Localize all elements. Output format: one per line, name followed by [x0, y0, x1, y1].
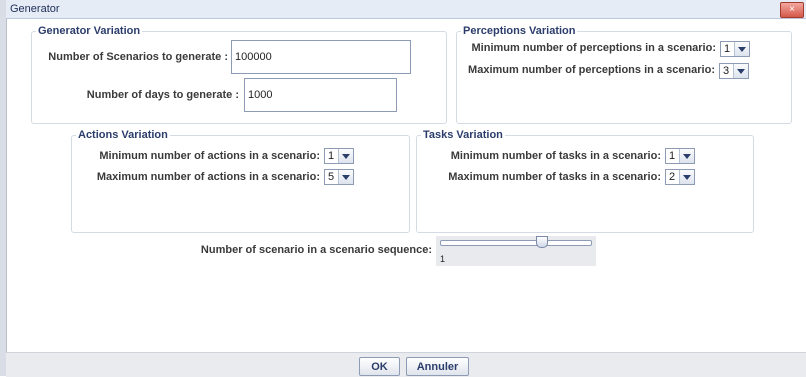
ok-button[interactable]: OK [359, 357, 400, 376]
max-perceptions-label: Maximum number of perceptions in a scena… [468, 64, 715, 76]
days-count-field[interactable] [244, 78, 397, 112]
min-tasks-select[interactable]: 1 [665, 148, 695, 164]
slider-thumb[interactable] [535, 236, 548, 248]
scenarios-count-field[interactable] [231, 40, 411, 74]
scenario-sequence-label: Number of scenario in a scenario sequenc… [200, 244, 432, 256]
chevron-down-icon [338, 170, 353, 184]
max-actions-select[interactable]: 5 [324, 169, 354, 185]
window-left-edge [0, 0, 7, 376]
min-actions-select[interactable]: 1 [324, 148, 354, 164]
chevron-down-icon [679, 149, 694, 163]
min-tasks-value: 1 [669, 150, 676, 162]
slider-track[interactable] [440, 240, 592, 246]
max-actions-value: 5 [328, 171, 335, 183]
days-count-label: Number of days to generate : [86, 89, 239, 101]
max-actions-label: Maximum number of actions in a scenario: [96, 171, 320, 183]
chevron-down-icon [338, 149, 353, 163]
generator-variation-legend: Generator Variation [36, 24, 143, 38]
perceptions-variation-legend: Perceptions Variation [461, 24, 578, 38]
scenario-sequence-slider[interactable]: 1 [436, 236, 596, 266]
close-icon: × [789, 4, 795, 15]
close-button[interactable]: × [780, 2, 804, 18]
slider-value: 1 [440, 254, 446, 264]
min-actions-label: Minimum number of actions in a scenario: [99, 150, 320, 162]
generator-dialog: Generator × Generator Variation Number o… [0, 0, 806, 377]
max-tasks-select[interactable]: 2 [665, 169, 695, 185]
min-actions-value: 1 [328, 150, 335, 162]
max-tasks-label: Maximum number of tasks in a scenario: [448, 171, 661, 183]
tasks-variation-legend: Tasks Variation [421, 128, 505, 142]
min-tasks-label: Minimum number of tasks in a scenario: [450, 150, 661, 162]
actions-variation-legend: Actions Variation [76, 128, 170, 142]
min-perceptions-value: 1 [724, 43, 731, 55]
title-bar[interactable]: Generator × [6, 0, 806, 19]
max-tasks-value: 2 [669, 171, 676, 183]
cancel-button[interactable]: Annuler [406, 357, 469, 376]
scenarios-count-label: Number of Scenarios to generate : [48, 51, 228, 63]
window-title: Generator [10, 3, 60, 15]
chevron-down-icon [733, 64, 748, 78]
chevron-down-icon [679, 170, 694, 184]
min-perceptions-select[interactable]: 1 [720, 41, 750, 57]
max-perceptions-select[interactable]: 3 [719, 63, 749, 79]
max-perceptions-value: 3 [723, 65, 730, 77]
min-perceptions-label: Minimum number of perceptions in a scena… [471, 42, 716, 54]
chevron-down-icon [734, 42, 749, 56]
